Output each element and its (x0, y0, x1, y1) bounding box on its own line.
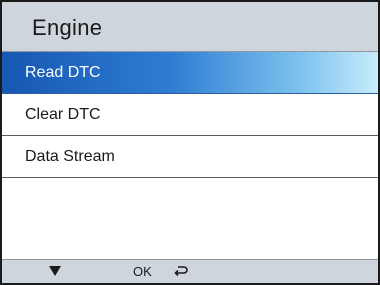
device-screen: Engine Read DTC Clear DTC Data Stream OK (0, 0, 380, 285)
down-triangle-icon[interactable] (49, 266, 61, 276)
menu-item-read-dtc[interactable]: Read DTC (2, 52, 378, 94)
ok-key-label[interactable]: OK (133, 264, 152, 279)
menu-item-label: Clear DTC (25, 106, 101, 123)
menu-list: Read DTC Clear DTC Data Stream (2, 52, 378, 178)
menu-item-label: Data Stream (25, 148, 115, 165)
page-title: Engine (32, 15, 103, 40)
menu-item-data-stream[interactable]: Data Stream (2, 136, 378, 178)
bottom-key-bar: OK (2, 259, 378, 283)
title-bar: Engine (2, 2, 378, 52)
menu-item-clear-dtc[interactable]: Clear DTC (2, 94, 378, 136)
return-arrow-icon[interactable] (174, 265, 188, 277)
menu-item-label: Read DTC (25, 64, 101, 81)
